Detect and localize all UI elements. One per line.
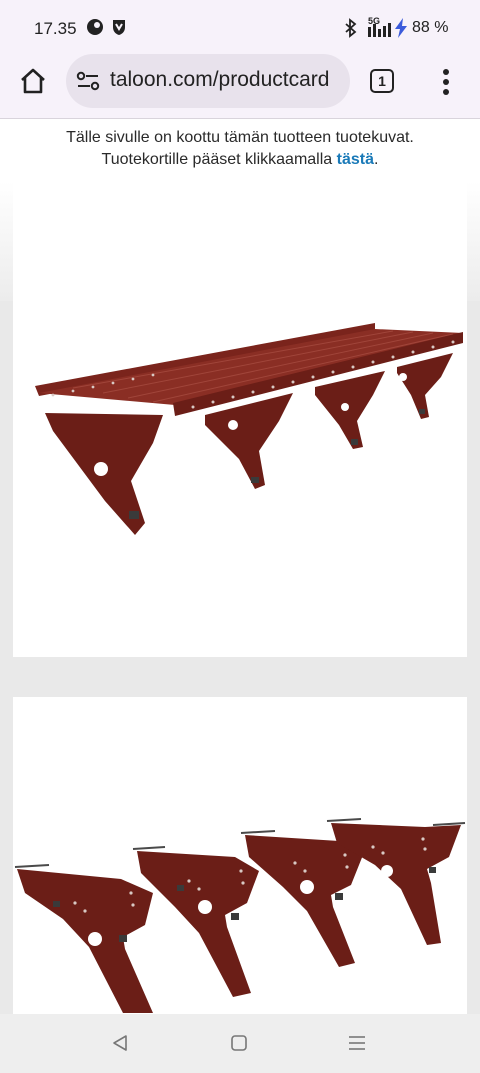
browser-toolbar: taloon.com/productcard 1	[0, 50, 480, 119]
signal-icon	[368, 23, 391, 37]
address-bar[interactable]: taloon.com/productcard	[66, 54, 350, 108]
notification-dot-icon	[87, 19, 103, 35]
bluetooth-icon	[345, 18, 357, 38]
system-navigation-bar	[0, 1014, 480, 1073]
url-text[interactable]: taloon.com/productcard	[110, 68, 329, 92]
notice-period: .	[373, 151, 379, 168]
notice-line-2-text: Tuotekortille pääset klikkaamalla	[101, 151, 333, 168]
recent-square-icon[interactable]	[230, 1034, 248, 1052]
charging-bolt-icon	[395, 18, 407, 38]
menu-lines-icon[interactable]	[348, 1034, 366, 1052]
roof-brackets-image	[14, 818, 466, 1013]
more-vert-icon[interactable]	[438, 68, 454, 96]
roof-walkway-image	[35, 323, 463, 535]
product-card-link[interactable]: tästä	[337, 151, 374, 168]
notice-line-2: Tuotekortille pääset klikkaamalla tästä.	[102, 151, 379, 168]
status-time: 17.35	[34, 19, 77, 38]
tab-switcher-button[interactable]: 1	[370, 69, 394, 93]
product-image-2[interactable]	[13, 697, 467, 1014]
shield-icon	[113, 20, 125, 35]
back-triangle-icon[interactable]	[111, 1034, 129, 1052]
page-content: Tälle sivulle on koottu tämän tuotteen t…	[0, 119, 480, 1014]
home-icon[interactable]	[18, 66, 48, 96]
tune-icon[interactable]	[76, 71, 100, 91]
product-images-notice: Tälle sivulle on koottu tämän tuotteen t…	[0, 119, 480, 181]
notice-line-1: Tälle sivulle on koottu tämän tuotteen t…	[66, 129, 414, 146]
product-image-1[interactable]	[13, 181, 467, 657]
status-bar: 17.35 5G 88 %	[0, 0, 480, 50]
battery-level: 88 %	[412, 19, 449, 36]
